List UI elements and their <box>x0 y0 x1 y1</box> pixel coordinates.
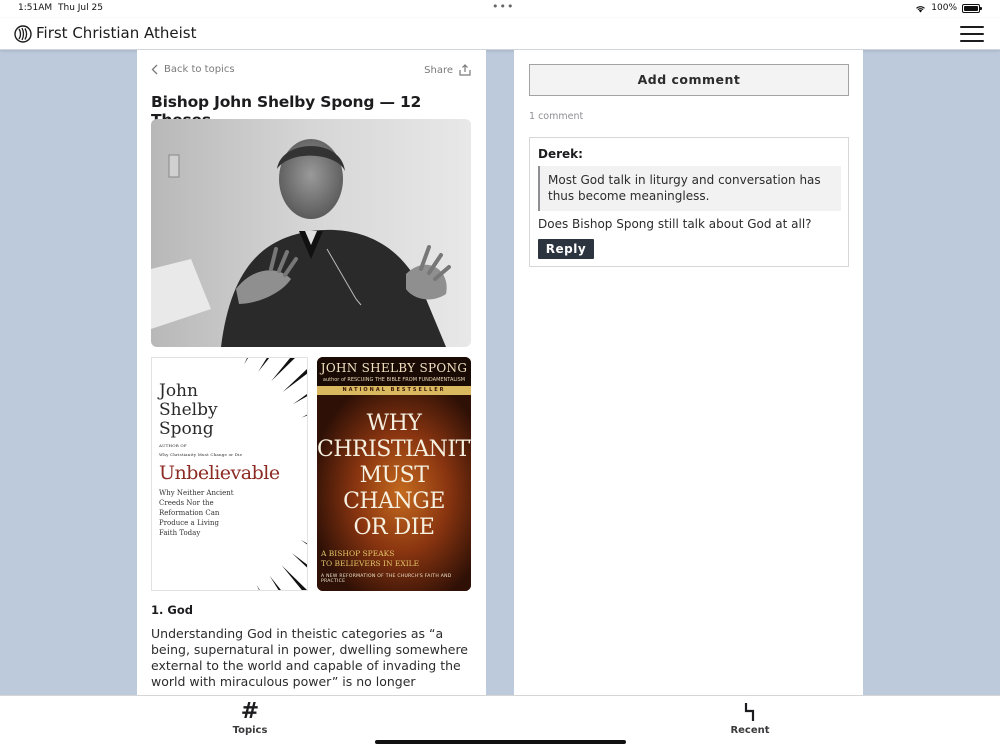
book1-author-of-title: Why Christianity Must Change or Die <box>159 452 243 457</box>
tab-topics-label: Topics <box>232 725 268 736</box>
section-heading: 1. God <box>151 603 193 617</box>
comment-card: Derek: Most God talk in liturgy and conv… <box>529 137 849 267</box>
book1-text: John Shelby Spong AUTHOR OF Why Christia… <box>159 382 280 538</box>
book1-author-line: Shelby <box>159 400 218 420</box>
book2-title: WHY CHRISTIANITY MUST CHANGE OR DIE <box>317 411 471 540</box>
status-indicators: 100% <box>915 3 982 13</box>
bishop-photo <box>151 119 471 347</box>
section-text: Understanding God in theistic categories… <box>151 626 468 689</box>
share-label: Share <box>424 64 453 76</box>
book1-subtitle: Why Neither Ancient Creeds Nor the Refor… <box>159 489 234 537</box>
multitasking-dots-icon[interactable]: ••• <box>492 0 514 13</box>
status-bar: 1:51AM Thu Jul 25 ••• 100% <box>0 0 1000 18</box>
chevron-left-icon <box>151 64 158 75</box>
book2-band: NATIONAL BESTSELLER <box>317 386 471 395</box>
book1-author-line: John <box>159 381 198 401</box>
status-time: 1:51AM <box>18 3 53 13</box>
share-icon <box>459 64 471 76</box>
article-panel: Back to topics Share Bishop John Shelby … <box>137 50 486 695</box>
logo-icon[interactable] <box>14 25 32 43</box>
battery-percent: 100% <box>931 3 957 13</box>
share-button[interactable]: Share <box>424 64 472 76</box>
home-indicator[interactable] <box>375 740 626 744</box>
book1-author-line: Spong <box>159 419 214 439</box>
back-label: Back to topics <box>164 64 235 75</box>
app-header: First Christian Atheist <box>0 18 1000 50</box>
add-comment-button[interactable]: Add comment <box>529 64 849 96</box>
comments-panel: Add comment 1 comment Derek: Most God ta… <box>514 50 863 695</box>
comment-count: 1 comment <box>529 111 584 122</box>
comment-quote: Most God talk in liturgy and conversatio… <box>538 166 841 211</box>
tab-recent[interactable]: Recent <box>710 700 790 736</box>
comment-author: Derek: <box>538 147 583 161</box>
book2-footer: A NEW REFORMATION OF THE CHURCH'S FAITH … <box>321 574 452 584</box>
book1-author-of: AUTHOR OF <box>159 443 187 448</box>
tab-topics[interactable]: # Topics <box>210 699 290 737</box>
status-date: Thu Jul 25 <box>58 3 103 13</box>
tab-recent-label: Recent <box>730 725 770 736</box>
book-cover-unbelievable: John Shelby Spong AUTHOR OF Why Christia… <box>151 357 308 591</box>
book-cover-why-christianity: JOHN SHELBY SPONG author of RESCUING THE… <box>317 357 471 591</box>
battery-icon <box>962 3 982 13</box>
comment-body: Does Bishop Spong still talk about God a… <box>538 217 812 231</box>
book2-author-of: author of RESCUING THE BIBLE FROM FUNDAM… <box>322 377 466 383</box>
lightning-icon <box>710 700 790 724</box>
app-title[interactable]: First Christian Atheist <box>36 24 196 42</box>
reply-button[interactable]: Reply <box>538 239 594 259</box>
book2-author: JOHN SHELBY SPONG <box>320 361 468 375</box>
battery-level <box>964 5 978 11</box>
hashtag-icon: # <box>240 699 260 724</box>
wifi-icon <box>916 5 926 12</box>
back-to-topics-link[interactable]: Back to topics <box>151 64 235 75</box>
book1-title: Unbelievable <box>159 462 280 484</box>
book2-subtitle: A BISHOP SPEAKS TO BELIEVERS IN EXILE <box>321 549 420 568</box>
hamburger-menu-icon[interactable] <box>960 25 984 43</box>
